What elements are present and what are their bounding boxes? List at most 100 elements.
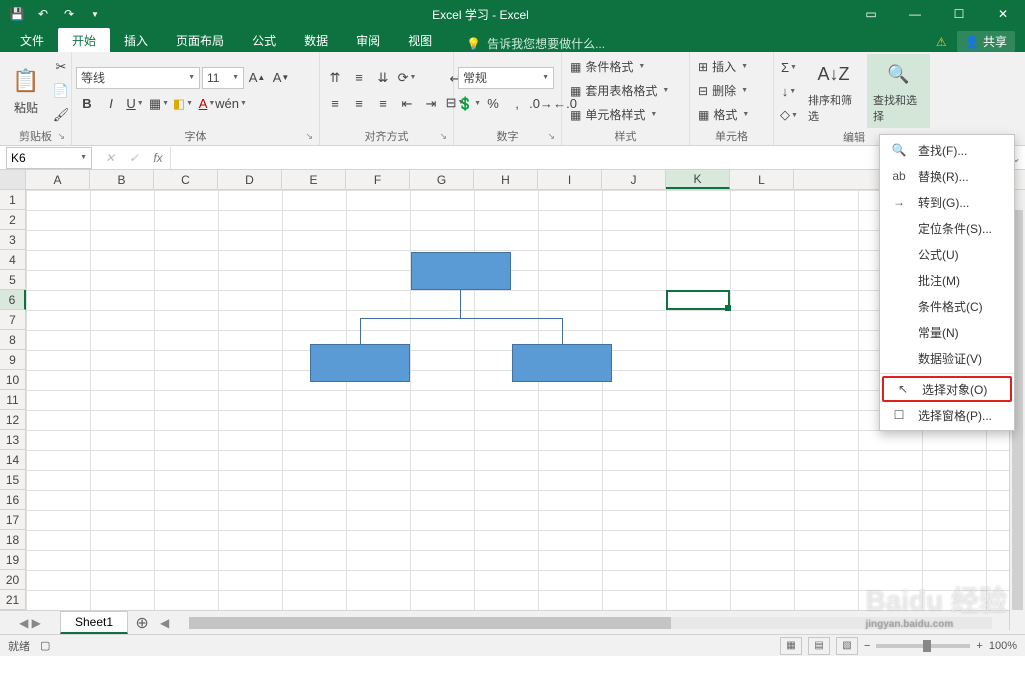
align-middle-icon[interactable]: ≡ — [348, 67, 370, 89]
format-painter-icon[interactable]: 🖌 — [50, 104, 72, 126]
row-4[interactable]: 4 — [0, 250, 25, 270]
col-I[interactable]: I — [538, 170, 602, 189]
row-21[interactable]: 21 — [0, 590, 25, 610]
row-16[interactable]: 16 — [0, 490, 25, 510]
qat-dropdown-icon[interactable]: ▼ — [84, 3, 106, 25]
minimize-icon[interactable]: — — [893, 0, 937, 28]
copy-icon[interactable]: 📄 — [50, 80, 72, 102]
col-D[interactable]: D — [218, 170, 282, 189]
menu-validation[interactable]: 数据验证(V) — [880, 345, 1014, 371]
col-F[interactable]: F — [346, 170, 410, 189]
row-12[interactable]: 12 — [0, 410, 25, 430]
decrease-font-icon[interactable]: A▼ — [270, 67, 292, 89]
cancel-formula-icon[interactable]: ✕ — [98, 147, 122, 169]
underline-icon[interactable]: U▼ — [124, 93, 146, 115]
active-cell[interactable] — [666, 290, 730, 310]
row-2[interactable]: 2 — [0, 210, 25, 230]
row-3[interactable]: 3 — [0, 230, 25, 250]
redo-icon[interactable]: ↷ — [58, 3, 80, 25]
table-format-button[interactable]: ▦套用表格格式▼ — [566, 80, 673, 102]
menu-formulas[interactable]: 公式(U) — [880, 241, 1014, 267]
phonetic-icon[interactable]: wén▼ — [220, 93, 242, 115]
menu-comments[interactable]: 批注(M) — [880, 267, 1014, 293]
tab-view[interactable]: 视图 — [394, 28, 446, 52]
row-17[interactable]: 17 — [0, 510, 25, 530]
orientation-icon[interactable]: ⟳▼ — [396, 67, 418, 89]
row-20[interactable]: 20 — [0, 570, 25, 590]
macro-record-icon[interactable]: ▢ — [40, 639, 50, 652]
increase-font-icon[interactable]: A▲ — [246, 67, 268, 89]
align-left-icon[interactable]: ≡ — [324, 93, 346, 115]
shape-top[interactable] — [411, 252, 511, 290]
enter-formula-icon[interactable]: ✓ — [122, 147, 146, 169]
menu-goto[interactable]: →转到(G)... — [880, 189, 1014, 215]
font-name-combo[interactable]: 等线▼ — [76, 67, 200, 89]
col-G[interactable]: G — [410, 170, 474, 189]
align-center-icon[interactable]: ≡ — [348, 93, 370, 115]
fill-handle[interactable] — [725, 305, 731, 311]
tab-data[interactable]: 数据 — [290, 28, 342, 52]
fill-icon[interactable]: ↓▼ — [778, 80, 800, 102]
horizontal-scroll-thumb[interactable] — [189, 617, 670, 629]
zoom-slider[interactable] — [876, 644, 970, 648]
row-15[interactable]: 15 — [0, 470, 25, 490]
insert-cells-button[interactable]: ⊞插入▼ — [694, 56, 753, 78]
bold-icon[interactable]: B — [76, 93, 98, 115]
sort-filter-button[interactable]: A↓Z 排序和筛选 — [802, 54, 865, 128]
col-E[interactable]: E — [282, 170, 346, 189]
percent-icon[interactable]: % — [482, 93, 504, 115]
col-B[interactable]: B — [90, 170, 154, 189]
tell-me[interactable]: 💡 告诉我您想要做什么... — [466, 35, 605, 52]
page-break-view-icon[interactable]: ▧ — [836, 637, 858, 655]
menu-select-objects[interactable]: ↖选择对象(O) — [882, 376, 1012, 402]
align-right-icon[interactable]: ≡ — [372, 93, 394, 115]
shape-right[interactable] — [512, 344, 612, 382]
number-format-combo[interactable]: 常规▼ — [458, 67, 554, 89]
col-L[interactable]: L — [730, 170, 794, 189]
row-6[interactable]: 6 — [0, 290, 26, 310]
zoom-in-icon[interactable]: + — [976, 640, 982, 652]
row-13[interactable]: 13 — [0, 430, 25, 450]
currency-icon[interactable]: 💲▼ — [458, 93, 480, 115]
row-7[interactable]: 7 — [0, 310, 25, 330]
undo-icon[interactable]: ↶ — [32, 3, 54, 25]
maximize-icon[interactable]: ☐ — [937, 0, 981, 28]
menu-replace[interactable]: ab替换(R)... — [880, 163, 1014, 189]
row-19[interactable]: 19 — [0, 550, 25, 570]
select-all-button[interactable] — [0, 170, 26, 189]
warning-icon[interactable]: ⚠ — [936, 35, 947, 49]
sheet-nav[interactable]: ◀ ▶ — [0, 616, 60, 630]
add-sheet-button[interactable]: ⊕ — [128, 613, 156, 633]
font-launcher-icon[interactable]: ↘ — [305, 131, 313, 142]
row-9[interactable]: 9 — [0, 350, 25, 370]
tab-insert[interactable]: 插入 — [110, 28, 162, 52]
format-cells-button[interactable]: ▦格式▼ — [694, 104, 753, 126]
scroll-left-icon[interactable]: ◀ — [156, 616, 173, 630]
clipboard-launcher-icon[interactable]: ↘ — [57, 131, 65, 142]
decrease-indent-icon[interactable]: ⇤ — [396, 93, 418, 115]
cells[interactable] — [26, 190, 1025, 610]
comma-icon[interactable]: , — [506, 93, 528, 115]
menu-find[interactable]: 🔍查找(F)... — [880, 137, 1014, 163]
col-C[interactable]: C — [154, 170, 218, 189]
page-layout-view-icon[interactable]: ▤ — [808, 637, 830, 655]
find-select-button[interactable]: 🔍 查找和选择 — [867, 54, 930, 128]
menu-constants[interactable]: 常量(N) — [880, 319, 1014, 345]
conditional-format-button[interactable]: ▦条件格式▼ — [566, 56, 673, 78]
menu-conditional[interactable]: 条件格式(C) — [880, 293, 1014, 319]
zoom-out-icon[interactable]: − — [864, 640, 870, 652]
tab-home[interactable]: 开始 — [58, 28, 110, 52]
close-icon[interactable]: ✕ — [981, 0, 1025, 28]
tab-file[interactable]: 文件 — [6, 28, 58, 52]
align-bottom-icon[interactable]: ⇊ — [372, 67, 394, 89]
sheet-tab-1[interactable]: Sheet1 — [60, 611, 128, 634]
col-J[interactable]: J — [602, 170, 666, 189]
row-10[interactable]: 10 — [0, 370, 25, 390]
tab-layout[interactable]: 页面布局 — [162, 28, 238, 52]
menu-selection-pane[interactable]: ☐选择窗格(P)... — [880, 402, 1014, 428]
row-1[interactable]: 1 — [0, 190, 25, 210]
borders-icon[interactable]: ▦▼ — [148, 93, 170, 115]
share-button[interactable]: 👤 共享 — [957, 31, 1015, 52]
row-11[interactable]: 11 — [0, 390, 25, 410]
col-K[interactable]: K — [666, 170, 730, 189]
